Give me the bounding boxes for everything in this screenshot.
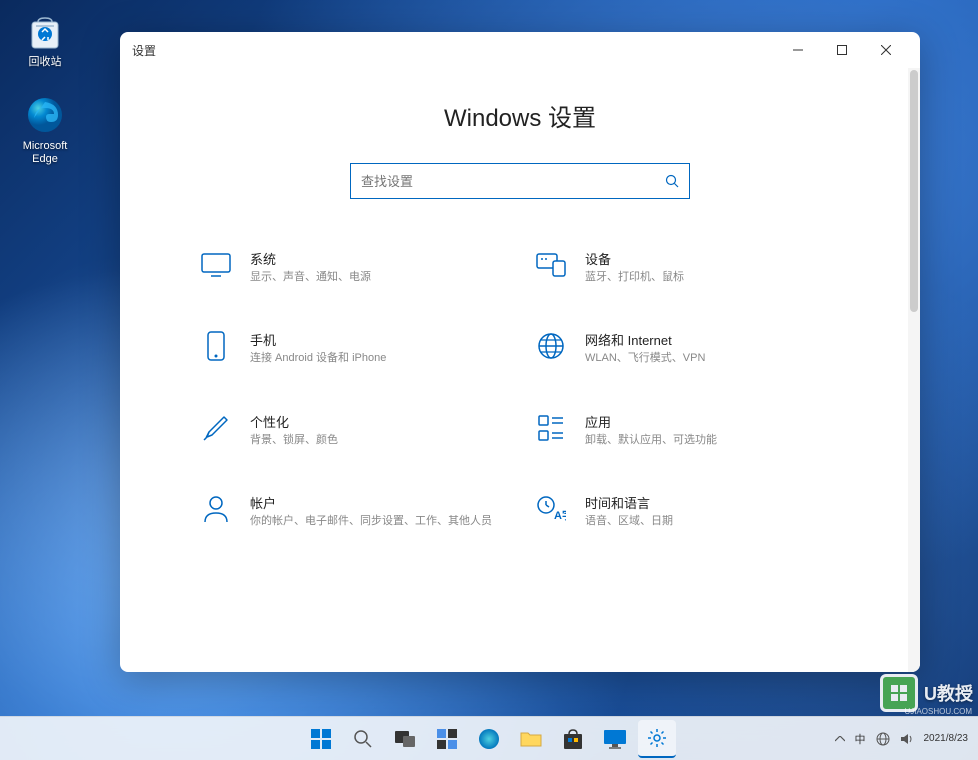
svg-text:A字: A字 xyxy=(554,508,566,522)
category-title: 手机 xyxy=(250,330,505,349)
category-time-language[interactable]: A字 时间和语言语音、区域、日期 xyxy=(535,493,840,529)
desktop-icon-label: 回收站 xyxy=(29,56,62,69)
globe-icon xyxy=(535,330,567,362)
taskbar-store[interactable] xyxy=(554,720,592,758)
category-desc: 卸载、默认应用、可选功能 xyxy=(585,433,840,448)
taskbar-widgets[interactable] xyxy=(428,720,466,758)
category-title: 系统 xyxy=(250,249,505,268)
time-language-icon: A字 xyxy=(535,493,567,525)
settings-content: Windows 设置 系统显示、声音、通知、电源 设备蓝牙、打印机、鼠标 xyxy=(120,68,920,672)
scrollbar-thumb[interactable] xyxy=(910,70,918,312)
tray-chevron-icon[interactable] xyxy=(835,736,845,742)
taskbar-edge[interactable] xyxy=(470,720,508,758)
start-button[interactable] xyxy=(302,720,340,758)
category-desc: 背景、锁屏、颜色 xyxy=(250,433,505,448)
category-devices[interactable]: 设备蓝牙、打印机、鼠标 xyxy=(535,249,840,285)
taskbar-settings[interactable] xyxy=(638,720,676,758)
category-desc: 显示、声音、通知、电源 xyxy=(250,270,505,285)
desktop-icon-recycle-bin[interactable]: 回收站 xyxy=(10,10,80,69)
person-icon xyxy=(200,493,232,525)
category-desc: 蓝牙、打印机、鼠标 xyxy=(585,270,840,285)
category-title: 帐户 xyxy=(250,493,505,512)
window-titlebar[interactable]: 设置 xyxy=(120,32,920,68)
category-system[interactable]: 系统显示、声音、通知、电源 xyxy=(200,249,505,285)
desktop-icons: 回收站 Microsoft Edge xyxy=(10,10,80,167)
window-title: 设置 xyxy=(132,42,156,59)
tray-volume-icon[interactable] xyxy=(900,733,914,745)
category-desc: 连接 Android 设备和 iPhone xyxy=(250,351,505,366)
category-personalization[interactable]: 个性化背景、锁屏、颜色 xyxy=(200,412,505,448)
tray-datetime[interactable]: 2021/8/23 xyxy=(924,733,969,745)
category-desc: 你的帐户、电子邮件、同步设置、工作、其他人员 xyxy=(250,514,505,529)
category-accounts[interactable]: 帐户你的帐户、电子邮件、同步设置、工作、其他人员 xyxy=(200,493,505,529)
taskbar-pinned-apps xyxy=(302,720,676,758)
category-title: 网络和 Internet xyxy=(585,330,840,349)
desktop-icon-edge[interactable]: Microsoft Edge xyxy=(10,94,80,166)
search-input[interactable] xyxy=(361,174,665,189)
category-title: 个性化 xyxy=(250,412,505,431)
category-apps[interactable]: 应用卸载、默认应用、可选功能 xyxy=(535,412,840,448)
paint-icon xyxy=(200,412,232,444)
system-tray[interactable]: 中 2021/8/23 xyxy=(835,717,969,760)
settings-categories: 系统显示、声音、通知、电源 设备蓝牙、打印机、鼠标 手机连接 Android 设… xyxy=(200,249,840,530)
category-title: 设备 xyxy=(585,249,840,268)
taskbar-taskview[interactable] xyxy=(386,720,424,758)
category-network[interactable]: 网络和 Internet WLAN、飞行模式、VPN xyxy=(535,330,840,366)
devices-icon xyxy=(535,249,567,281)
tray-ime-icon[interactable]: 中 xyxy=(855,731,866,747)
watermark-subtext: UJIAOSHOU.COM xyxy=(904,707,972,716)
maximize-button[interactable] xyxy=(820,35,864,65)
taskbar[interactable]: 中 2021/8/23 xyxy=(0,716,978,760)
phone-icon xyxy=(200,330,232,362)
category-title: 应用 xyxy=(585,412,840,431)
watermark-text: U教授 xyxy=(924,680,973,706)
category-title: 时间和语言 xyxy=(585,493,840,512)
category-desc: 语音、区域、日期 xyxy=(585,514,840,529)
search-icon xyxy=(665,174,679,188)
edge-icon xyxy=(24,94,66,136)
category-phone[interactable]: 手机连接 Android 设备和 iPhone xyxy=(200,330,505,366)
desktop-icon-label: Microsoft Edge xyxy=(10,140,80,166)
taskbar-explorer[interactable] xyxy=(512,720,550,758)
taskbar-search[interactable] xyxy=(344,720,382,758)
recycle-bin-icon xyxy=(24,10,66,52)
page-title: Windows 设置 xyxy=(180,98,860,133)
vertical-scrollbar[interactable] xyxy=(908,68,920,672)
category-desc: WLAN、飞行模式、VPN xyxy=(585,351,840,366)
minimize-button[interactable] xyxy=(776,35,820,65)
close-button[interactable] xyxy=(864,35,908,65)
taskbar-monitor[interactable] xyxy=(596,720,634,758)
tray-network-icon[interactable] xyxy=(876,732,890,746)
settings-window: 设置 Windows 设置 系统显示、声音、通知、电源 xyxy=(120,32,920,672)
apps-icon xyxy=(535,412,567,444)
display-icon xyxy=(200,249,232,281)
search-box[interactable] xyxy=(350,163,690,199)
